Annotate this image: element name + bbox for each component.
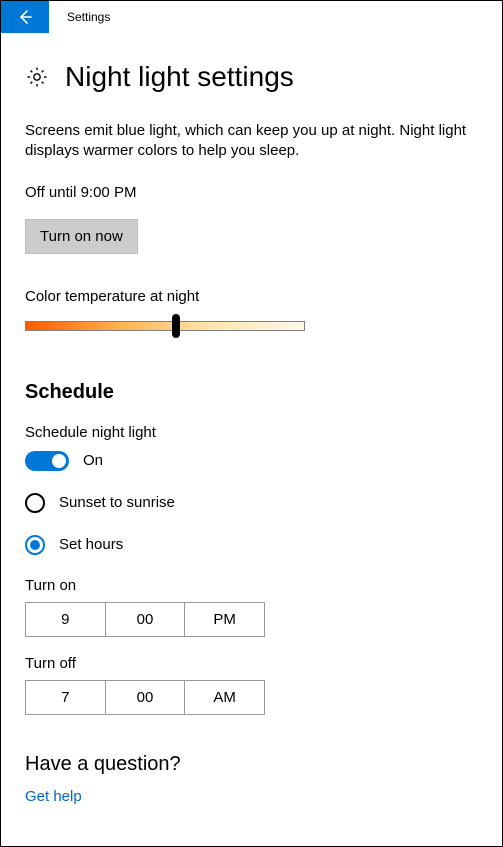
radio-label: Set hours	[59, 536, 123, 553]
back-button[interactable]	[1, 1, 49, 33]
radio-icon	[25, 535, 45, 555]
turn-off-hour[interactable]: 7	[26, 681, 106, 714]
schedule-toggle[interactable]	[25, 451, 69, 471]
status-text: Off until 9:00 PM	[25, 184, 478, 201]
schedule-toggle-state: On	[83, 452, 103, 469]
page-description: Screens emit blue light, which can keep …	[25, 121, 478, 162]
turn-on-time-picker[interactable]: 9 00 PM	[25, 602, 265, 637]
radio-sunset-to-sunrise[interactable]: Sunset to sunrise	[25, 493, 478, 513]
turn-on-minute[interactable]: 00	[106, 603, 186, 636]
schedule-heading: Schedule	[25, 381, 478, 404]
turn-on-now-button[interactable]: Turn on now	[25, 219, 138, 254]
turn-on-period[interactable]: PM	[185, 603, 264, 636]
turn-off-minute[interactable]: 00	[106, 681, 186, 714]
color-temperature-label: Color temperature at night	[25, 288, 478, 305]
back-arrow-icon	[17, 9, 33, 25]
gear-icon	[25, 65, 51, 89]
turn-off-time-picker[interactable]: 7 00 AM	[25, 680, 265, 715]
page-header: Night light settings	[25, 61, 478, 93]
radio-label: Sunset to sunrise	[59, 494, 175, 511]
turn-off-label: Turn off	[25, 655, 478, 672]
turn-off-period[interactable]: AM	[185, 681, 264, 714]
slider-thumb[interactable]	[172, 314, 180, 338]
schedule-toggle-label: Schedule night light	[25, 424, 478, 441]
slider-track	[25, 321, 305, 331]
help-heading: Have a question?	[25, 753, 478, 776]
radio-set-hours[interactable]: Set hours	[25, 535, 478, 555]
title-bar: Settings	[1, 1, 502, 33]
color-temperature-slider[interactable]	[25, 315, 305, 337]
get-help-link[interactable]: Get help	[25, 788, 478, 805]
turn-on-label: Turn on	[25, 577, 478, 594]
radio-icon	[25, 493, 45, 513]
window-title: Settings	[67, 10, 110, 24]
turn-on-hour[interactable]: 9	[26, 603, 106, 636]
page-title: Night light settings	[65, 61, 294, 93]
